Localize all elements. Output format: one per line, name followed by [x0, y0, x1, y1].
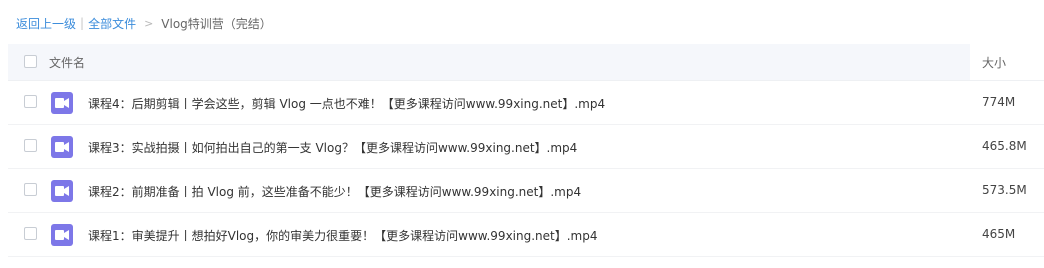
all-files-link[interactable]: 全部文件 — [88, 15, 136, 32]
back-link[interactable]: 返回上一级 — [16, 15, 76, 32]
file-size: 573.5M — [982, 183, 1027, 197]
video-file-icon — [51, 92, 73, 114]
column-header-size[interactable]: 大小 — [982, 54, 1006, 71]
select-all-checkbox[interactable] — [24, 55, 37, 68]
file-name[interactable]: 课程1：审美提升丨想拍好Vlog，你的审美力很重要！【更多课程访问www.99x… — [88, 227, 598, 244]
file-table: 文件名 大小 课程4：后期剪辑丨学会这些，剪辑 Vlog 一点也不难！【更多课程… — [8, 44, 1044, 257]
table-header: 文件名 大小 — [8, 44, 1044, 81]
video-file-icon — [51, 180, 73, 202]
breadcrumb-arrow-icon: > — [144, 16, 154, 30]
table-row[interactable]: 课程4：后期剪辑丨学会这些，剪辑 Vlog 一点也不难！【更多课程访问www.9… — [8, 81, 1044, 125]
table-row[interactable]: 课程1：审美提升丨想拍好Vlog，你的审美力很重要！【更多课程访问www.99x… — [8, 213, 1044, 257]
row-checkbox[interactable] — [24, 227, 37, 240]
table-row[interactable]: 课程2：前期准备丨拍 Vlog 前，这些准备不能少！【更多课程访问www.99x… — [8, 169, 1044, 213]
row-checkbox[interactable] — [24, 183, 37, 196]
column-header-name[interactable]: 文件名 — [49, 54, 85, 71]
row-checkbox[interactable] — [24, 95, 37, 108]
current-folder: Vlog特训营（完结） — [161, 16, 272, 31]
file-size: 774M — [982, 95, 1016, 109]
file-size: 465M — [982, 227, 1016, 241]
table-row[interactable]: 课程3：实战拍摄丨如何拍出自己的第一支 Vlog？【更多课程访问www.99xi… — [8, 125, 1044, 169]
breadcrumb: 返回上一级 | 全部文件 > Vlog特训营（完结） — [16, 14, 272, 32]
file-size: 465.8M — [982, 139, 1027, 153]
breadcrumb-separator: | — [80, 16, 85, 30]
video-file-icon — [51, 136, 73, 158]
file-name[interactable]: 课程4：后期剪辑丨学会这些，剪辑 Vlog 一点也不难！【更多课程访问www.9… — [88, 95, 605, 112]
file-name[interactable]: 课程3：实战拍摄丨如何拍出自己的第一支 Vlog？【更多课程访问www.99xi… — [88, 139, 577, 156]
file-name[interactable]: 课程2：前期准备丨拍 Vlog 前，这些准备不能少！【更多课程访问www.99x… — [88, 183, 581, 200]
row-checkbox[interactable] — [24, 139, 37, 152]
video-file-icon — [51, 224, 73, 246]
